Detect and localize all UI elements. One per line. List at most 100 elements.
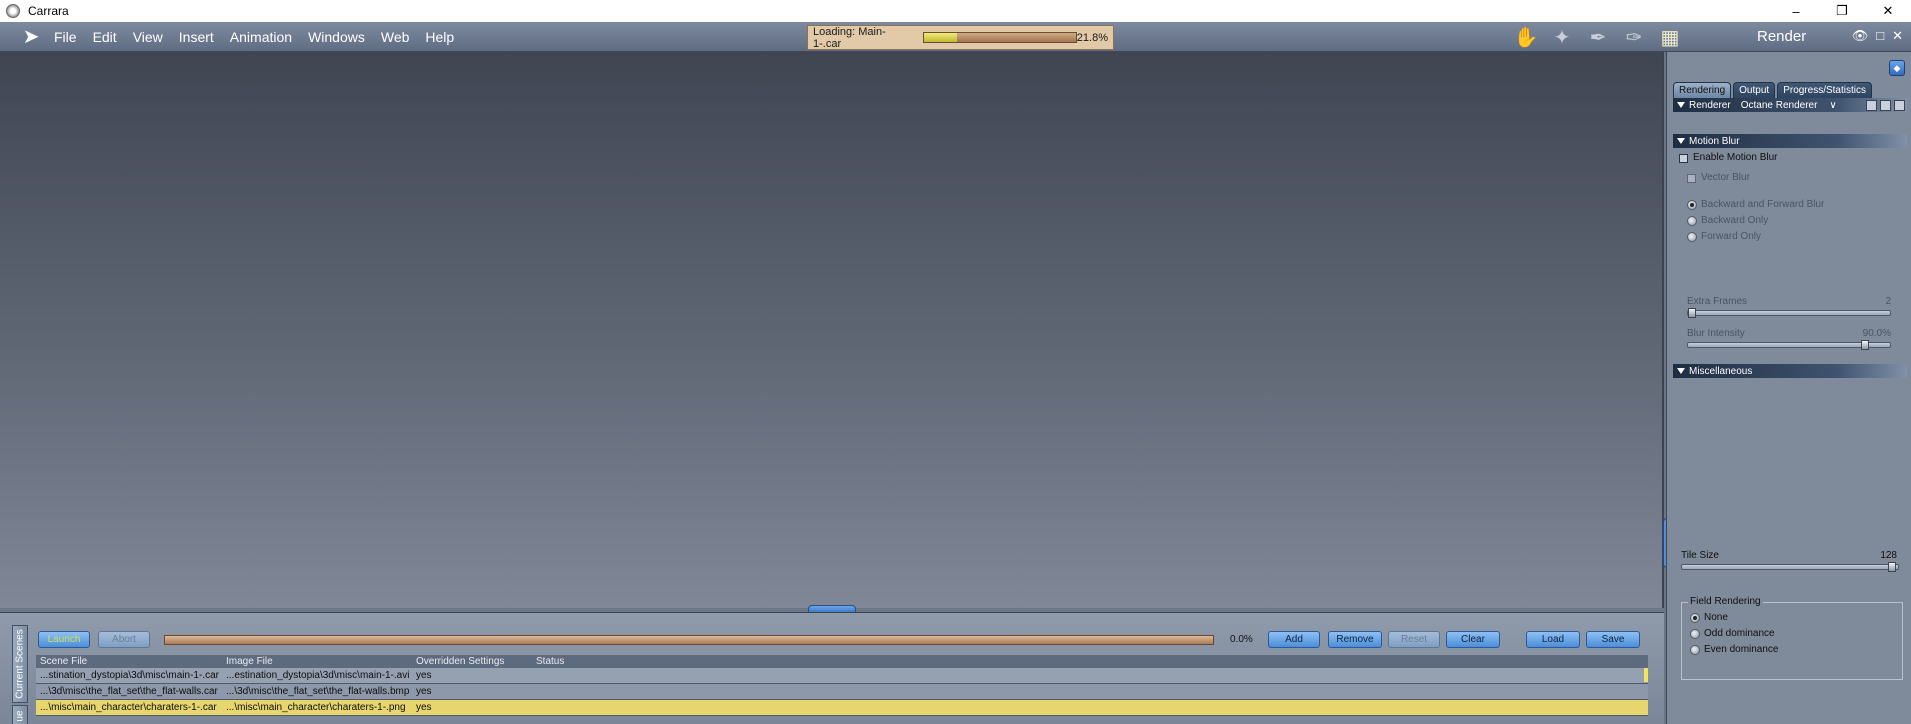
loading-status: Loading: Main-1-.car 21.8% (807, 25, 1114, 50)
tab-current-scenes[interactable]: Current Scenes (12, 625, 28, 703)
menu-help[interactable]: Help (417, 29, 462, 45)
table-row-selected[interactable]: ...\misc\main_character\charaters-1-.car… (36, 700, 1648, 716)
renderer-tool-icons (1866, 99, 1907, 111)
even-dominance-label: Even dominance (1704, 644, 1779, 655)
blur-intensity-label: Blur Intensity (1687, 328, 1745, 339)
tab-output[interactable]: Output (1733, 82, 1776, 98)
miscellaneous-header: Miscellaneous (1689, 365, 1753, 377)
table-row[interactable]: ...stination_dystopia\3d\misc\main-1-.ca… (36, 668, 1648, 684)
menu-animation[interactable]: Animation (222, 29, 300, 45)
radio-forward-only[interactable] (1687, 232, 1697, 242)
batch-queue-panel: Current Scenes ue Launch Abort 0.0% Add … (0, 612, 1664, 724)
close-button[interactable]: ✕ (1865, 0, 1911, 22)
render-properties-panel: ◆ Rendering Output Progress/Statistics R… (1666, 52, 1911, 724)
radio-odd-dominance[interactable] (1690, 629, 1700, 639)
tab-queue[interactable]: ue (12, 705, 28, 724)
room-controls: 👁 □ ✕ (1852, 28, 1903, 44)
abort-button[interactable]: Abort (98, 631, 150, 648)
menu-edit[interactable]: Edit (85, 29, 125, 45)
tile-size-label: Tile Size (1681, 550, 1719, 561)
renderer-select[interactable]: Octane Renderer (1741, 100, 1818, 111)
batch-progress-bar (164, 635, 1214, 645)
render-room-icon[interactable]: ▦ (1657, 24, 1683, 50)
clear-button[interactable]: Clear (1446, 631, 1500, 648)
window-title: Carrara (28, 4, 69, 18)
renderer-section-header[interactable]: Renderer Octane Renderer ∨ (1673, 98, 1907, 112)
reset-button[interactable]: Reset (1388, 631, 1440, 648)
enable-motion-blur-checkbox[interactable] (1679, 154, 1688, 163)
column-overridden-settings[interactable]: Overridden Settings (414, 656, 534, 667)
eye-icon[interactable]: 👁 (1852, 28, 1869, 44)
radio-backward-forward[interactable] (1687, 200, 1697, 210)
launch-button[interactable]: Launch (38, 631, 90, 648)
backward-forward-label: Backward and Forward Blur (1701, 199, 1825, 210)
scene-file-cell: ...stination_dystopia\3d\misc\main-1-.ca… (40, 670, 219, 681)
room-switcher: ✋ ✦ ✒ ✑ ▦ (1513, 24, 1683, 50)
render-tabs: Rendering Output Progress/Statistics (1673, 82, 1872, 98)
overridden-cell: yes (416, 670, 432, 681)
pin-panel-icon[interactable]: ◆ (1889, 60, 1905, 76)
preset-icon[interactable] (1880, 99, 1891, 111)
menu-windows[interactable]: Windows (300, 29, 373, 45)
menu-web[interactable]: Web (373, 29, 418, 45)
loading-label: Loading: Main-1-.car (813, 25, 886, 50)
blur-intensity-slider[interactable] (1687, 340, 1891, 350)
scene-file-cell: ...\misc\main_character\charaters-1-.car (40, 702, 217, 713)
extra-frames-label: Extra Frames (1687, 296, 1748, 307)
slider-knob[interactable] (1860, 340, 1869, 350)
minimize-button[interactable]: – (1773, 0, 1819, 22)
window-controls: – ❐ ✕ (1773, 0, 1911, 22)
column-status[interactable]: Status (534, 656, 1648, 667)
loading-progress-fill (924, 33, 958, 42)
blur-intensity-value: 90.0% (1862, 328, 1891, 339)
loading-progress-bar (923, 32, 1077, 43)
column-image-file[interactable]: Image File (224, 656, 414, 667)
image-file-cell: ...estination_dystopia\3d\misc\main-1-.a… (226, 670, 410, 681)
tile-size-slider[interactable] (1681, 562, 1899, 572)
assemble-room-icon[interactable]: ✋ (1513, 24, 1539, 50)
radio-field-none[interactable] (1690, 613, 1700, 623)
slider-knob[interactable] (1688, 308, 1696, 318)
add-button[interactable]: Add (1268, 631, 1320, 648)
batch-progress-percent: 0.0% (1230, 634, 1253, 645)
settings-icon[interactable] (1866, 99, 1877, 111)
queue-scrollbar[interactable] (1644, 668, 1648, 682)
table-row[interactable]: ...\3d\misc\the_flat_set\the_flat-walls.… (36, 684, 1648, 700)
storyboard-room-icon[interactable]: ✒ (1585, 24, 1611, 50)
tab-progress-statistics[interactable]: Progress/Statistics (1777, 82, 1872, 98)
extra-frames-slider[interactable] (1687, 308, 1891, 318)
motion-blur-section-header[interactable]: Motion Blur (1673, 134, 1907, 148)
radio-even-dominance[interactable] (1690, 645, 1700, 655)
queue-vertical-tabs: Current Scenes ue (12, 625, 28, 724)
remove-button[interactable]: Remove (1328, 631, 1382, 648)
model-room-icon[interactable]: ✦ (1549, 24, 1575, 50)
motion-blur-header: Motion Blur (1689, 135, 1740, 147)
enable-motion-blur-label: Enable Motion Blur (1693, 152, 1778, 163)
info-icon[interactable] (1894, 99, 1905, 111)
close-room-icon[interactable]: ✕ (1892, 28, 1903, 44)
carrara-logo-icon[interactable]: ➤ (16, 25, 46, 49)
menu-view[interactable]: View (125, 29, 171, 45)
odd-dominance-label: Odd dominance (1704, 628, 1775, 639)
texture-room-icon[interactable]: ✑ (1621, 24, 1647, 50)
menu-file[interactable]: File (46, 29, 85, 45)
chevron-down-icon[interactable]: ∨ (1829, 100, 1836, 111)
maximize-room-icon[interactable]: □ (1876, 28, 1884, 44)
queue-table-header: Scene File Image File Overridden Setting… (36, 655, 1648, 668)
restore-button[interactable]: ❐ (1819, 0, 1865, 22)
tab-rendering[interactable]: Rendering (1673, 82, 1732, 98)
column-scene-file[interactable]: Scene File (36, 656, 224, 667)
save-button[interactable]: Save (1586, 631, 1640, 648)
vector-blur-checkbox[interactable] (1687, 174, 1696, 183)
load-button[interactable]: Load (1526, 631, 1580, 648)
radio-backward-only[interactable] (1687, 216, 1697, 226)
queue-toolbar: Launch Abort 0.0% Add Remove Reset Clear… (36, 631, 1646, 649)
slider-knob[interactable] (1888, 562, 1896, 572)
extra-frames-value: 2 (1885, 296, 1891, 307)
menu-insert[interactable]: Insert (171, 29, 222, 45)
image-file-cell: ...\3d\misc\the_flat_set\the_flat-walls.… (226, 686, 410, 697)
miscellaneous-section-header[interactable]: Miscellaneous (1673, 364, 1907, 378)
renderer-label: Renderer (1689, 99, 1731, 111)
overridden-cell: yes (416, 702, 432, 713)
render-viewport[interactable] (0, 52, 1664, 608)
